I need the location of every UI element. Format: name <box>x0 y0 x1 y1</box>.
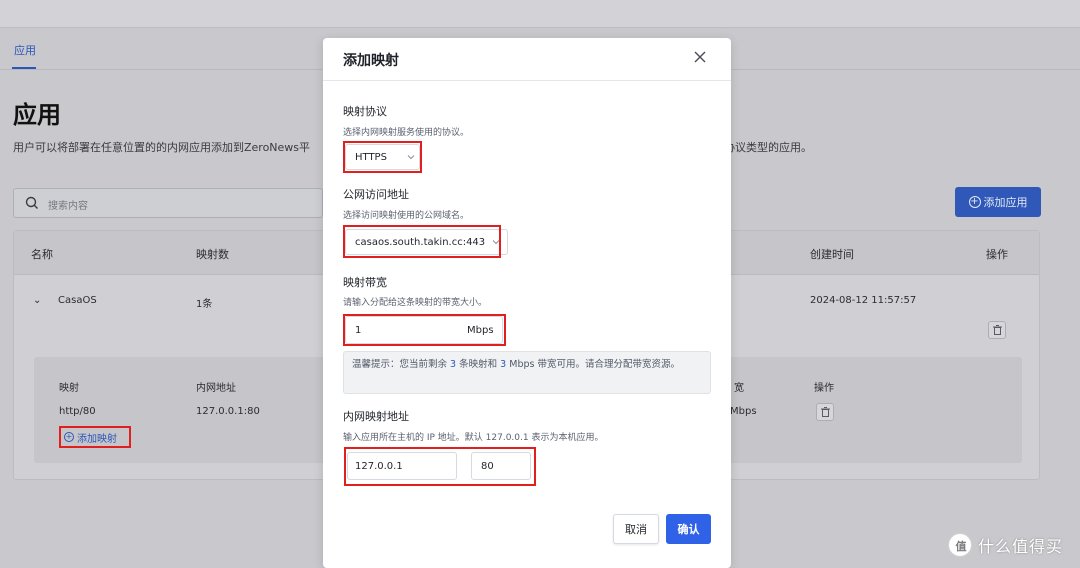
row-created-time: 2024-08-12 11:57:57 <box>810 295 917 306</box>
col-name: 名称 <box>31 248 53 261</box>
sub-row-mapping: http/80 <box>59 406 96 417</box>
notice-prefix: 温馨提示：您当前剩余 <box>352 359 448 370</box>
highlight-box <box>343 225 501 258</box>
nav-tab-apps[interactable]: 应用 <box>14 42 36 58</box>
sub-col-internal: 内网地址 <box>196 383 236 394</box>
protocol-hint: 选择内网映射服务使用的协议。 <box>343 128 470 138</box>
sub-col-mapping: 映射 <box>59 383 79 394</box>
sub-col-actions: 操作 <box>814 383 834 394</box>
search-placeholder: 搜索内容 <box>48 201 88 212</box>
delete-app-button[interactable] <box>988 321 1006 339</box>
notice-middle: 条映射和 <box>459 359 498 370</box>
dialog-divider <box>323 80 731 81</box>
highlight-box <box>344 447 536 486</box>
bandwidth-notice: 温馨提示：您当前剩余 3 条映射和 3 Mbps 带宽可用。请合理分配带宽资源。 <box>343 351 711 394</box>
col-actions: 操作 <box>986 248 1008 261</box>
delete-mapping-button[interactable] <box>816 403 834 421</box>
cancel-button[interactable]: 取消 <box>613 514 659 544</box>
col-mappings: 映射数 <box>196 248 229 261</box>
sub-row-bandwidth: Mbps <box>730 406 757 417</box>
search-input[interactable]: 搜索内容 <box>13 188 323 218</box>
page-description-tail: 协议类型的应用。 <box>724 141 812 154</box>
close-icon[interactable] <box>691 48 709 66</box>
top-bar <box>0 0 1080 28</box>
sub-col-bandwidth: 宽 <box>734 383 744 394</box>
notice-suffix: Mbps 带宽可用。请合理分配带宽资源。 <box>509 359 680 370</box>
watermark-logo-glyph: 值 <box>955 540 967 553</box>
notice-mappings-left: 3 <box>450 359 457 370</box>
highlight-box <box>343 314 506 346</box>
sub-row-internal: 127.0.0.1:80 <box>196 406 260 417</box>
row-mapping-count: 1条 <box>196 299 213 310</box>
add-app-label: 添加应用 <box>983 196 1028 209</box>
public-address-hint: 选择访问映射使用的公网域名。 <box>343 211 470 221</box>
public-address-label: 公网访问地址 <box>343 188 409 201</box>
page-title: 应用 <box>13 101 61 129</box>
col-created: 创建时间 <box>810 248 854 261</box>
expand-chevron-icon[interactable]: ⌄ <box>33 295 41 306</box>
page-description: 用户可以将部署在任意位置的的内网应用添加到ZeroNews平 <box>13 141 311 154</box>
highlight-box <box>343 141 422 173</box>
plus-circle-icon: + <box>64 432 74 442</box>
bandwidth-label: 映射带宽 <box>343 276 387 289</box>
add-app-button[interactable]: + 添加应用 <box>955 187 1041 217</box>
notice-bandwidth-left: 3 <box>500 359 507 370</box>
confirm-button[interactable]: 确认 <box>666 514 711 544</box>
add-mapping-dialog: 添加映射 映射协议 选择内网映射服务使用的协议。 HTTPS 公网访问地址 选择… <box>323 38 731 568</box>
watermark-text: 什么值得买 <box>978 537 1064 556</box>
dialog-title: 添加映射 <box>343 53 399 69</box>
watermark-logo: 值 <box>948 533 972 557</box>
bandwidth-hint: 请输入分配给这条映射的带宽大小。 <box>343 298 488 308</box>
internal-address-hint: 输入应用所在主机的 IP 地址。默认 127.0.0.1 表示为本机应用。 <box>343 433 604 443</box>
watermark: 值 什么值得买 <box>948 532 1063 558</box>
internal-address-label: 内网映射地址 <box>343 410 409 423</box>
add-mapping-label: 添加映射 <box>77 433 117 445</box>
row-app-name: CasaOS <box>58 295 97 306</box>
search-icon <box>25 196 38 209</box>
plus-circle-icon: + <box>968 196 981 208</box>
add-mapping-button[interactable]: + 添加映射 <box>59 426 131 448</box>
trash-icon <box>821 407 830 417</box>
protocol-label: 映射协议 <box>343 105 387 118</box>
trash-icon <box>993 325 1002 335</box>
